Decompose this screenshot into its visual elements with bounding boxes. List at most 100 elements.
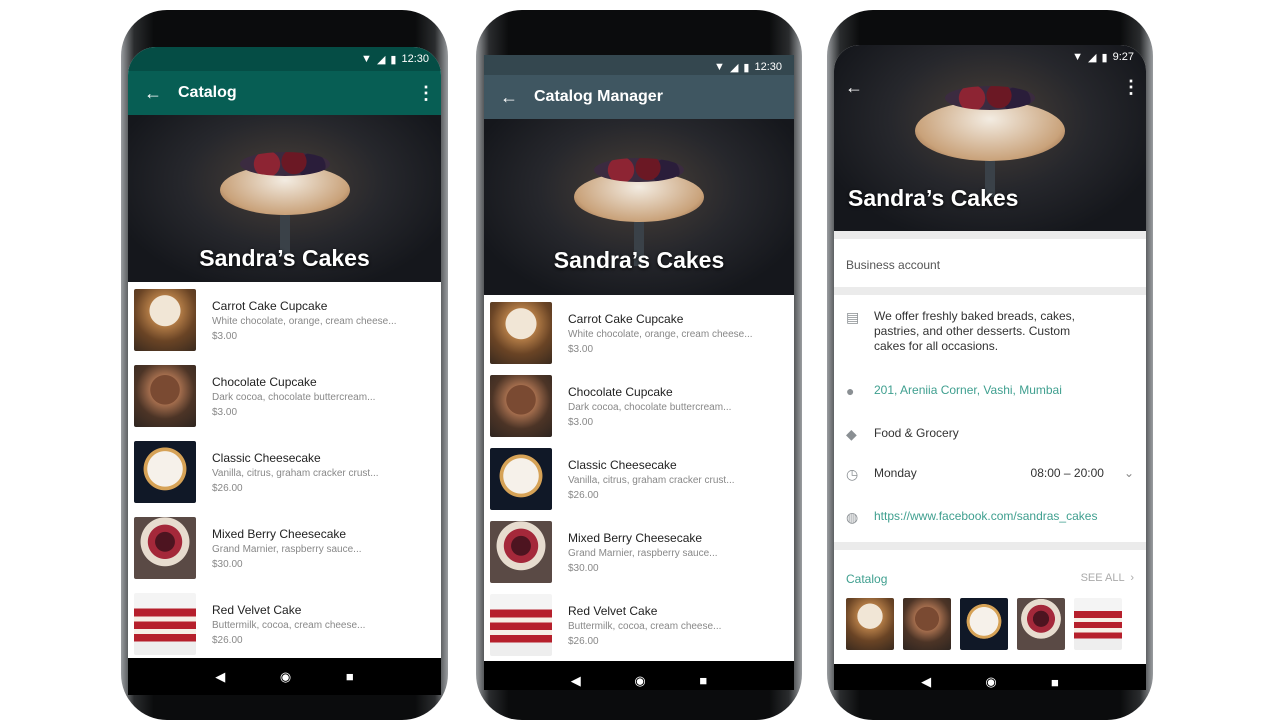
signal-icon: ◢ xyxy=(376,53,386,66)
product-description: Grand Marnier, raspberry sauce... xyxy=(212,544,362,555)
app-bar: ← Catalog ⋮ xyxy=(128,71,441,115)
clock-icon: ◷ xyxy=(846,466,859,482)
more-vertical-icon[interactable]: ⋮ xyxy=(411,83,441,104)
account-type-label: Business account xyxy=(846,258,941,272)
nav-recents-icon[interactable]: ■ xyxy=(1051,675,1059,690)
catalog-thumbnail[interactable] xyxy=(846,598,894,650)
product-price: $3.00 xyxy=(568,417,594,428)
product-image xyxy=(490,521,552,583)
battery-icon: ▮ xyxy=(390,53,397,66)
catalog-label: Catalog xyxy=(846,572,888,586)
product-description: White chocolate, orange, cream cheese... xyxy=(212,316,397,327)
business-name: Sandra’s Cakes xyxy=(553,247,725,273)
phone-catalog-manager: ▼ ◢ ▮ 12:30 ← Catalog Manager Sandra’s Cake… xyxy=(476,10,802,720)
product-description: White chocolate, orange, cream cheese... xyxy=(568,329,753,340)
product-description: Vanilla, citrus, graham cracker crust... xyxy=(212,468,379,479)
product-description: Dark cocoa, chocolate buttercream... xyxy=(212,392,376,403)
back-arrow-icon[interactable]: ← xyxy=(484,87,534,108)
back-arrow-icon[interactable]: ← xyxy=(128,83,178,104)
nav-back-icon[interactable]: ◀ xyxy=(215,669,225,685)
product-price: $30.00 xyxy=(212,559,243,570)
product-item[interactable]: Carrot Cake Cupcake White chocolate, ora… xyxy=(490,302,794,366)
clock: 12:30 xyxy=(754,61,782,73)
product-description: Dark cocoa, chocolate buttercream... xyxy=(568,402,732,413)
product-image xyxy=(490,375,552,437)
cover-photo: Sandra’s Cakes xyxy=(128,115,441,282)
catalog-thumbnail[interactable] xyxy=(903,598,951,650)
product-description: Buttermilk, cocoa, cream cheese... xyxy=(212,620,366,631)
website-link[interactable]: https://www.facebook.com/sandras_cakes xyxy=(874,509,1097,523)
product-name: Red Velvet Cake xyxy=(568,604,658,618)
product-name: Classic Cheesecake xyxy=(568,458,677,472)
product-item[interactable]: Chocolate Cupcake Dark cocoa, chocolate … xyxy=(490,375,794,439)
product-image xyxy=(134,365,196,427)
product-item[interactable]: Classic Cheesecake Vanilla, citrus, grah… xyxy=(134,441,441,505)
product-item[interactable]: Red Velvet Cake Buttermilk, cocoa, cream… xyxy=(490,594,794,658)
battery-icon: ▮ xyxy=(743,61,750,74)
screen-title: Catalog xyxy=(178,84,237,101)
product-price: $26.00 xyxy=(568,490,599,501)
nav-back-icon[interactable]: ◀ xyxy=(921,674,931,690)
hours-day: Monday xyxy=(874,466,917,480)
product-name: Carrot Cake Cupcake xyxy=(212,299,328,313)
catalog-thumbnail[interactable] xyxy=(960,598,1008,650)
phone-business-profile: Sandra’s Cakes ▼ ◢ ▮ 9:27 ← ⋮ Business acco… xyxy=(827,10,1153,720)
nav-recents-icon[interactable]: ■ xyxy=(699,673,707,688)
see-all-button[interactable]: SEE ALL › xyxy=(1081,572,1134,584)
product-name: Chocolate Cupcake xyxy=(568,385,673,399)
screen: ▼ ◢ ▮ 12:30 ← Catalog ⋮ Sandra’s Cakes Carr… xyxy=(128,47,441,695)
more-vertical-icon[interactable]: ⋮ xyxy=(1116,77,1146,98)
clock: 9:27 xyxy=(1112,51,1134,63)
nav-home-icon[interactable]: ◉ xyxy=(634,673,645,689)
product-price: $30.00 xyxy=(568,563,599,574)
product-image xyxy=(134,441,196,503)
product-image xyxy=(490,448,552,510)
nav-home-icon[interactable]: ◉ xyxy=(280,669,291,685)
wifi-icon: ▼ xyxy=(361,53,372,65)
product-price: $26.00 xyxy=(212,635,243,646)
product-item[interactable]: Chocolate Cupcake Dark cocoa, chocolate … xyxy=(134,365,441,429)
nav-home-icon[interactable]: ◉ xyxy=(985,674,996,690)
business-name: Sandra’s Cakes xyxy=(199,245,370,271)
navigation-bar: ◀ ◉ ■ xyxy=(128,658,441,695)
product-item[interactable]: Classic Cheesecake Vanilla, citrus, grah… xyxy=(490,448,794,512)
wifi-icon: ▼ xyxy=(714,61,725,73)
product-name: Chocolate Cupcake xyxy=(212,375,317,389)
product-item[interactable]: Carrot Cake Cupcake White chocolate, ora… xyxy=(134,289,441,353)
back-arrow-icon[interactable]: ← xyxy=(834,77,874,98)
business-description: We offer freshly baked breads, cakes, pa… xyxy=(874,309,1075,353)
product-name: Mixed Berry Cheesecake xyxy=(212,527,347,541)
business-category: Food & Grocery xyxy=(874,426,959,440)
navigation-bar: ◀ ◉ ■ xyxy=(834,664,1146,690)
product-item[interactable]: Mixed Berry Cheesecake Grand Marnier, ra… xyxy=(134,517,441,581)
product-item[interactable]: Red Velvet Cake Buttermilk, cocoa, cream… xyxy=(134,593,441,657)
nav-back-icon[interactable]: ◀ xyxy=(571,673,581,689)
product-price: $26.00 xyxy=(568,636,599,647)
catalog-thumbnail[interactable] xyxy=(1017,598,1065,650)
address-link[interactable]: 201, Areniia Corner, Vashi, Mumbai xyxy=(874,383,1062,397)
phone-catalog: ▼ ◢ ▮ 12:30 ← Catalog ⋮ Sandra’s Cakes Carr… xyxy=(121,10,448,720)
product-name: Classic Cheesecake xyxy=(212,451,321,465)
product-image xyxy=(490,594,552,656)
tag-icon: ◆ xyxy=(846,426,857,442)
business-hours[interactable]: ◷ Monday 08:00 – 20:00 ⌄ xyxy=(846,466,1134,483)
product-item[interactable]: Mixed Berry Cheesecake Grand Marnier, ra… xyxy=(490,521,794,585)
screen: Sandra’s Cakes ▼ ◢ ▮ 9:27 ← ⋮ Business acco… xyxy=(834,45,1146,690)
hours-time: 08:00 – 20:00 xyxy=(1030,466,1104,480)
product-name: Carrot Cake Cupcake xyxy=(568,312,684,326)
app-bar: ← ⋮ xyxy=(834,65,1146,109)
account-type: Business account xyxy=(846,258,1134,272)
product-image xyxy=(134,289,196,351)
screen-title: Catalog Manager xyxy=(534,88,663,105)
business-name: Sandra’s Cakes xyxy=(848,185,1019,211)
nav-recents-icon[interactable]: ■ xyxy=(346,669,354,684)
battery-icon: ▮ xyxy=(1101,51,1108,64)
navigation-bar: ◀ ◉ ■ xyxy=(484,661,794,690)
chevron-down-icon[interactable]: ⌄ xyxy=(1124,466,1134,480)
globe-icon: ◍ xyxy=(846,509,859,525)
product-image xyxy=(134,517,196,579)
catalog-thumbnail[interactable] xyxy=(1074,598,1122,650)
location-pin-icon: ● xyxy=(846,383,855,399)
product-description: Vanilla, citrus, graham cracker crust... xyxy=(568,475,735,486)
product-price: $3.00 xyxy=(212,331,238,342)
